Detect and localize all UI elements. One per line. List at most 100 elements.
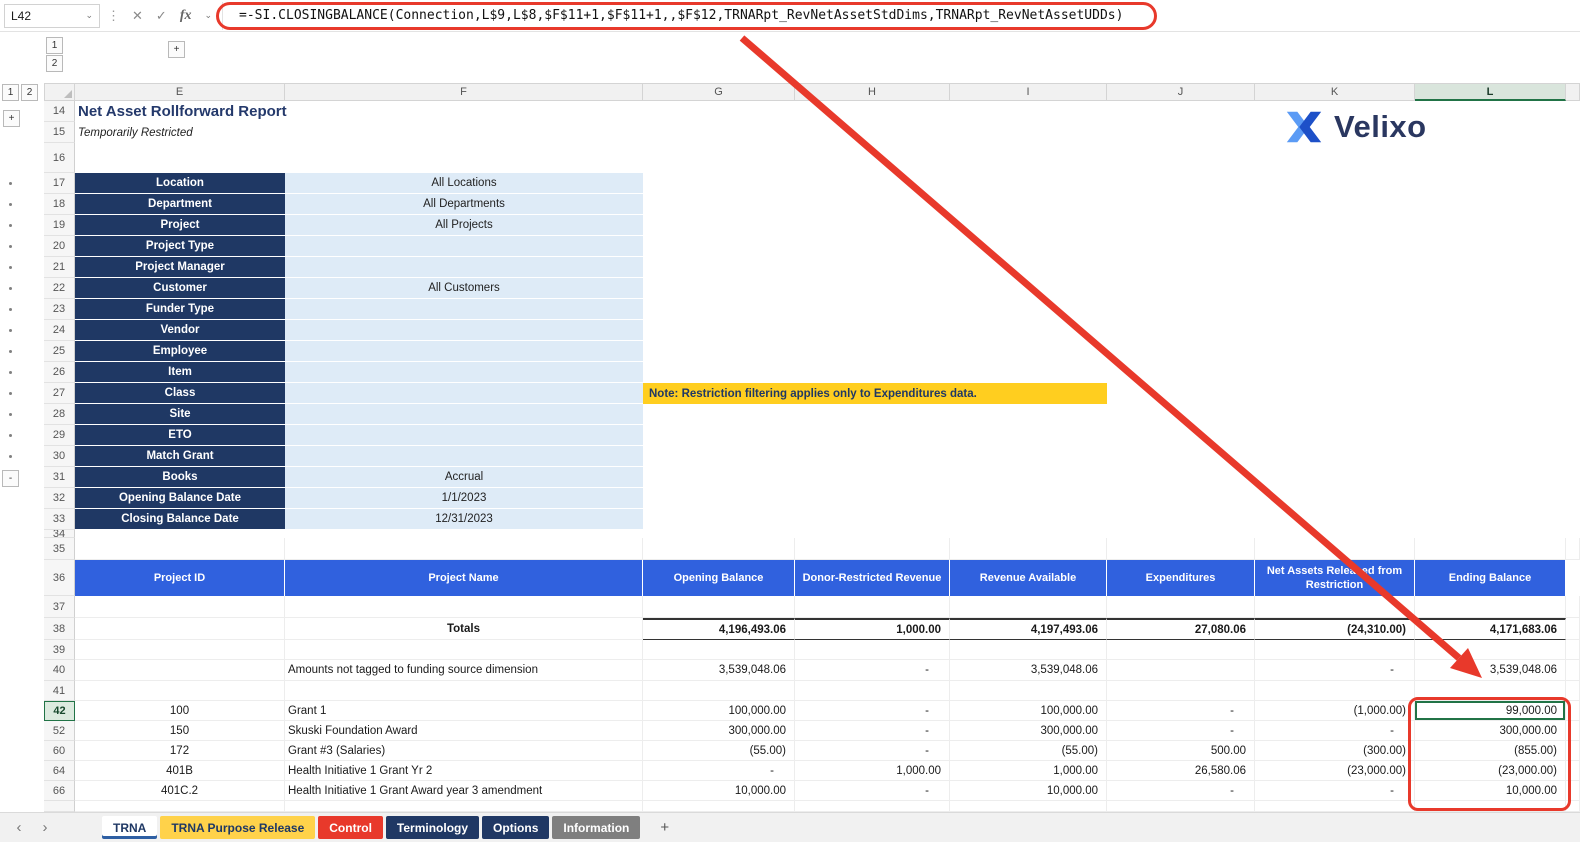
column-header-I[interactable]: I bbox=[950, 83, 1107, 101]
empty-cell-L[interactable] bbox=[1415, 640, 1566, 660]
untagged-cell-H[interactable]: - bbox=[795, 660, 950, 681]
table-header-J[interactable]: Expenditures bbox=[1107, 560, 1255, 596]
cell-L42[interactable]: 99,000.00 bbox=[1415, 701, 1566, 721]
empty-cell-L[interactable] bbox=[1415, 681, 1566, 701]
empty-cell[interactable] bbox=[643, 362, 1580, 383]
cell-J52[interactable]: - bbox=[1107, 721, 1255, 741]
empty-cell-H[interactable] bbox=[795, 538, 950, 560]
filter-value-cell[interactable] bbox=[285, 236, 643, 257]
filter-label-cell[interactable]: Item bbox=[75, 362, 285, 383]
cancel-icon[interactable]: ✕ bbox=[132, 8, 143, 24]
filter-label-cell[interactable]: Funder Type bbox=[75, 299, 285, 320]
column-header-partial[interactable] bbox=[1566, 83, 1580, 101]
empty-cell-K[interactable] bbox=[1255, 681, 1415, 701]
row-header-25[interactable]: 25 bbox=[44, 341, 75, 362]
empty-cell-E[interactable] bbox=[75, 660, 285, 681]
row-header-38[interactable]: 38 bbox=[44, 618, 75, 640]
table-header-E[interactable]: Project ID bbox=[75, 560, 285, 596]
empty-cell[interactable] bbox=[75, 530, 1580, 538]
filter-value-cell[interactable] bbox=[285, 341, 643, 362]
cell-I42[interactable]: 100,000.00 bbox=[950, 701, 1107, 721]
row-header-21[interactable]: 21 bbox=[44, 257, 75, 278]
empty-cell-H[interactable] bbox=[795, 681, 950, 701]
project-name-cell[interactable]: Grant 1 bbox=[285, 701, 643, 721]
row-header-40[interactable]: 40 bbox=[44, 660, 75, 681]
project-id-cell[interactable]: 401B bbox=[75, 761, 285, 781]
project-id-cell[interactable]: 150 bbox=[75, 721, 285, 741]
empty-cell-G[interactable] bbox=[643, 801, 795, 812]
row-group-collapse-button[interactable]: - bbox=[2, 470, 19, 487]
cell-H66[interactable]: - bbox=[795, 781, 950, 801]
empty-cell-K[interactable] bbox=[1255, 538, 1415, 560]
filter-label-cell[interactable]: ETO bbox=[75, 425, 285, 446]
empty-cell-E[interactable] bbox=[75, 596, 285, 618]
cell-G66[interactable]: 10,000.00 bbox=[643, 781, 795, 801]
untagged-cell-L[interactable]: 3,539,048.06 bbox=[1415, 660, 1566, 681]
column-outline-level-2-button[interactable]: 2 bbox=[46, 55, 63, 72]
empty-cell-L[interactable] bbox=[1415, 596, 1566, 618]
empty-cell-E[interactable] bbox=[75, 681, 285, 701]
empty-cell[interactable] bbox=[1566, 721, 1580, 741]
filter-label-cell[interactable]: Class bbox=[75, 383, 285, 404]
row-header-66[interactable]: 66 bbox=[44, 781, 75, 801]
empty-cell-F[interactable] bbox=[285, 596, 643, 618]
column-header-E[interactable]: E bbox=[75, 83, 285, 101]
empty-cell-J[interactable] bbox=[1107, 640, 1255, 660]
filter-value-cell[interactable]: 12/31/2023 bbox=[285, 509, 643, 530]
filter-value-cell[interactable] bbox=[285, 404, 643, 425]
table-header-F[interactable]: Project Name bbox=[285, 560, 643, 596]
row-header-19[interactable]: 19 bbox=[44, 215, 75, 236]
empty-cell[interactable] bbox=[643, 173, 1580, 194]
filter-value-cell[interactable] bbox=[285, 299, 643, 320]
filter-label-cell[interactable]: Project Type bbox=[75, 236, 285, 257]
empty-cell-E[interactable] bbox=[75, 538, 285, 560]
empty-cell-F[interactable] bbox=[285, 801, 643, 812]
filter-value-cell[interactable] bbox=[285, 446, 643, 467]
empty-cell-H[interactable] bbox=[795, 640, 950, 660]
column-header-F[interactable]: F bbox=[285, 83, 643, 101]
filter-value-cell[interactable] bbox=[285, 362, 643, 383]
empty-cell-G[interactable] bbox=[643, 596, 795, 618]
empty-cell-H[interactable] bbox=[795, 596, 950, 618]
sheet-tab-information[interactable]: Information bbox=[552, 816, 641, 839]
cell-L60[interactable]: (855.00) bbox=[1415, 741, 1566, 761]
sheet-tab-control[interactable]: Control bbox=[318, 816, 383, 839]
column-header-H[interactable]: H bbox=[795, 83, 950, 101]
row-group-expand-button[interactable]: + bbox=[3, 110, 20, 127]
filter-value-cell[interactable] bbox=[285, 320, 643, 341]
empty-cell[interactable] bbox=[1566, 560, 1580, 596]
filter-value-cell[interactable]: All Departments bbox=[285, 194, 643, 215]
column-group-expand-button[interactable]: + bbox=[168, 41, 185, 58]
empty-cell[interactable] bbox=[1566, 681, 1580, 701]
project-id-cell[interactable]: 100 bbox=[75, 701, 285, 721]
insert-function-icon[interactable]: fx bbox=[180, 8, 192, 24]
totals-cell-H[interactable]: 1,000.00 bbox=[795, 618, 950, 640]
cell-K60[interactable]: (300.00) bbox=[1255, 741, 1415, 761]
sheet-tab-terminology[interactable]: Terminology bbox=[385, 816, 480, 839]
report-subtitle-cell[interactable]: Temporarily Restricted bbox=[75, 122, 643, 143]
name-box[interactable]: L42 ⌄ bbox=[4, 3, 100, 28]
column-header-J[interactable]: J bbox=[1107, 83, 1255, 101]
empty-cell[interactable] bbox=[1566, 781, 1580, 801]
empty-cell-H[interactable] bbox=[795, 801, 950, 812]
row-header-33[interactable]: 33 bbox=[44, 509, 75, 530]
totals-cell-K[interactable]: (24,310.00) bbox=[1255, 618, 1415, 640]
filter-label-cell[interactable]: Department bbox=[75, 194, 285, 215]
cell-I60[interactable]: (55.00) bbox=[950, 741, 1107, 761]
empty-cell-I[interactable] bbox=[950, 640, 1107, 660]
row-header-37[interactable]: 37 bbox=[44, 596, 75, 618]
formula-input[interactable]: =-SI.CLOSINGBALANCE(Connection,L$9,L$8,$… bbox=[222, 1, 1580, 30]
cell-J60[interactable]: 500.00 bbox=[1107, 741, 1255, 761]
empty-cell[interactable] bbox=[643, 194, 1580, 215]
filter-label-cell[interactable]: Opening Balance Date bbox=[75, 488, 285, 509]
row-header-41[interactable]: 41 bbox=[44, 681, 75, 701]
report-title-cell[interactable]: Net Asset Rollforward Report bbox=[75, 101, 643, 122]
empty-cell[interactable] bbox=[1566, 596, 1580, 618]
cell-I66[interactable]: 10,000.00 bbox=[950, 781, 1107, 801]
empty-cell-F[interactable] bbox=[285, 681, 643, 701]
project-name-cell[interactable]: Health Initiative 1 Grant Yr 2 bbox=[285, 761, 643, 781]
empty-cell[interactable] bbox=[1566, 741, 1580, 761]
row-header-29[interactable]: 29 bbox=[44, 425, 75, 446]
table-header-L[interactable]: Ending Balance bbox=[1415, 560, 1566, 596]
cell-G60[interactable]: (55.00) bbox=[643, 741, 795, 761]
